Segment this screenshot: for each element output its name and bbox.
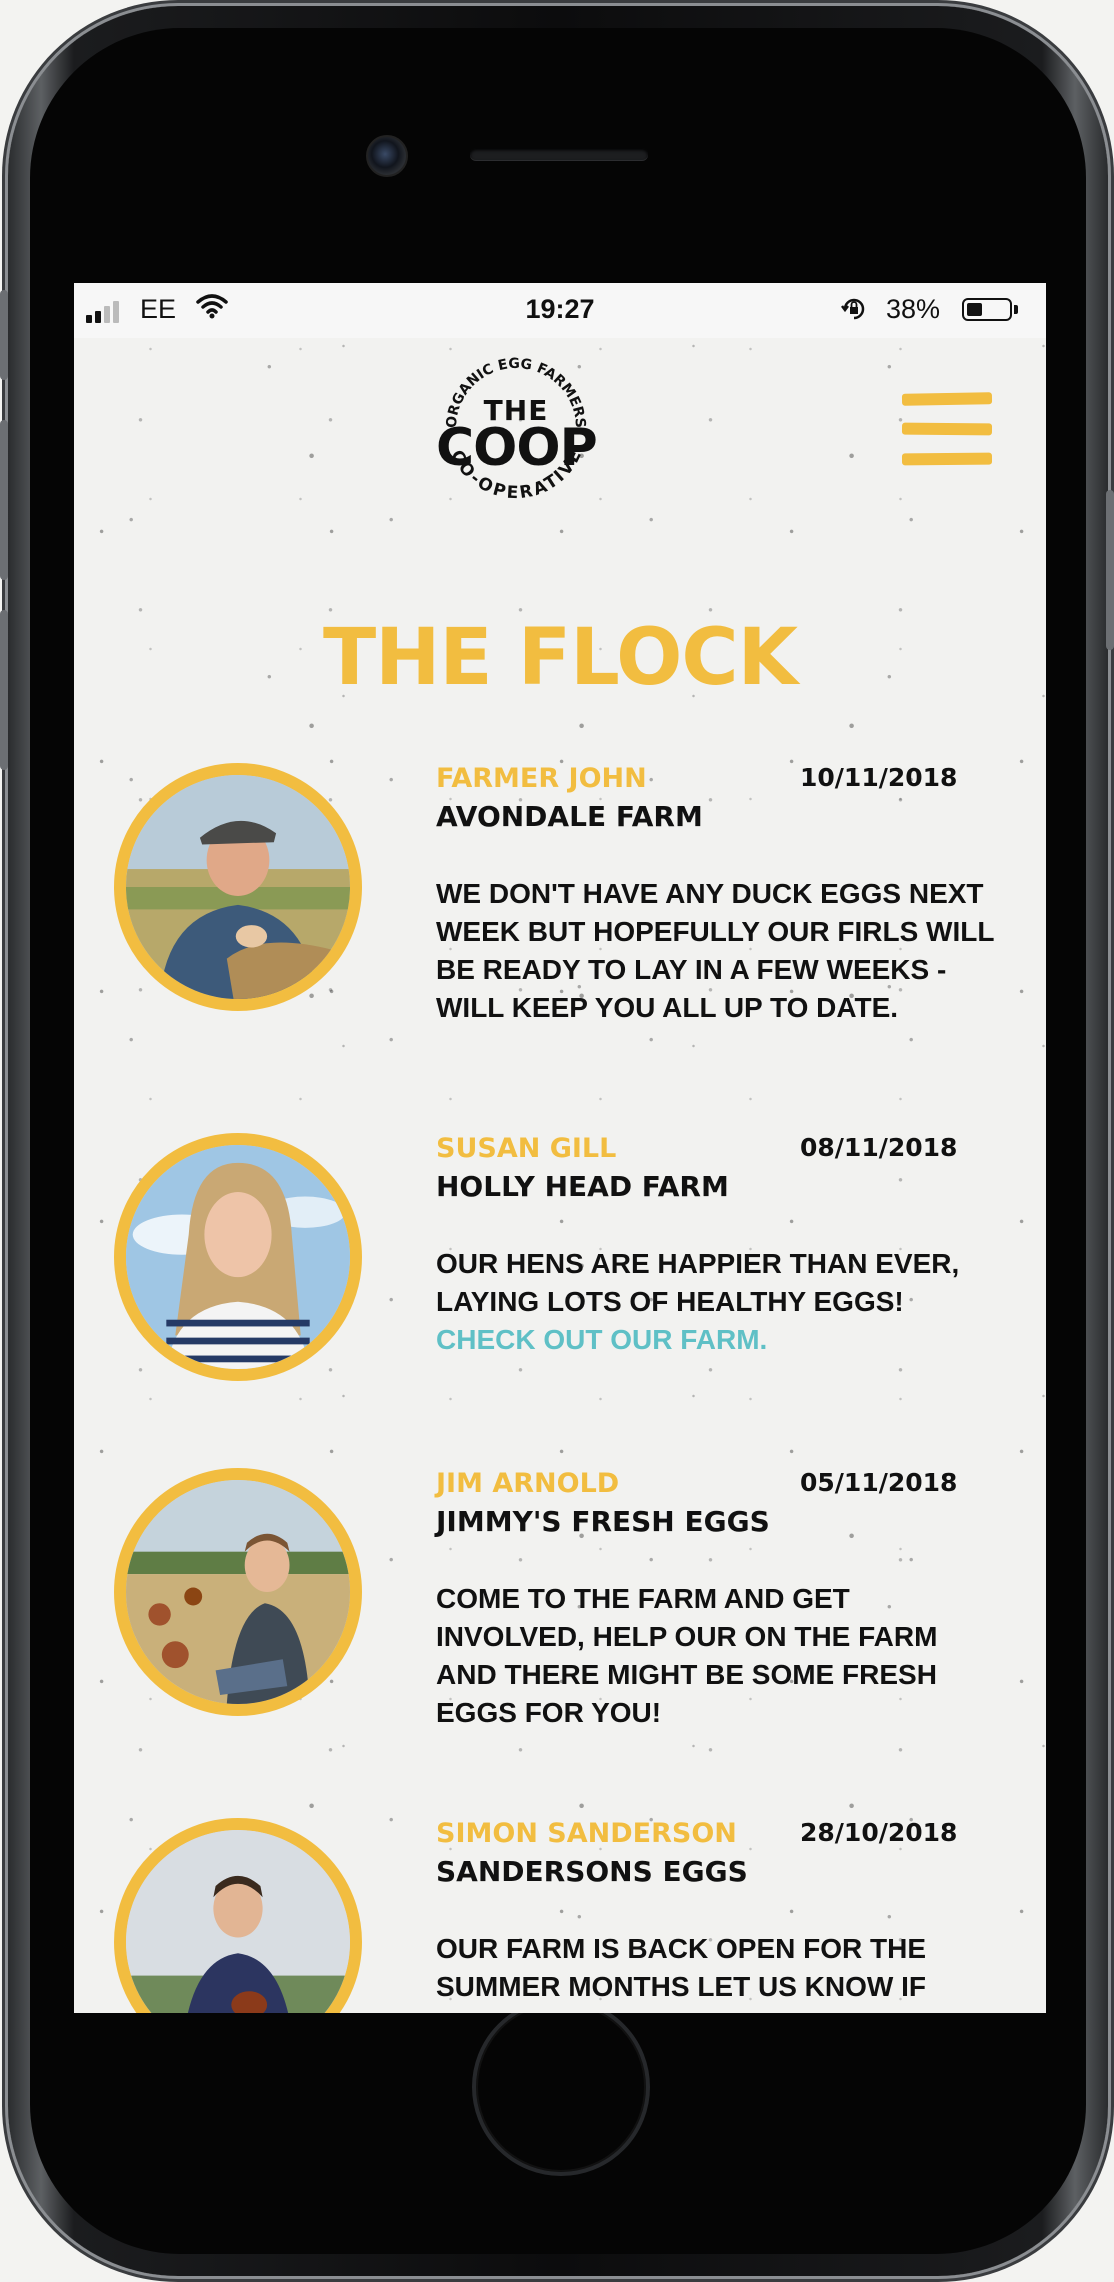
post-message-text: COME TO THE FARM AND GET INVOLVED, HELP … [436,1583,938,1728]
power-button [1106,490,1114,650]
battery-percentage: 38% [886,294,941,324]
farmer-name[interactable]: SUSAN GILL [436,1133,616,1164]
farmer-photo[interactable] [114,1468,362,1716]
post-message: OUR FARM IS BACK OPEN FOR THE SUMMER MON… [436,1930,996,2006]
page-title: THE FLOCK [322,613,798,703]
status-bar: EE 19:27 38% [74,283,1046,338]
hamburger-menu-icon[interactable] [901,392,993,466]
logo-coop-text: COOP [436,418,598,478]
post-card: SUSAN GILL 08/11/2018 HOLLY HEAD FARM OU… [74,1133,1046,1433]
front-camera [366,135,408,177]
mute-switch [0,290,8,380]
farmer-photo[interactable] [114,763,362,1011]
volume-up-button [0,420,8,580]
battery-tip [1014,305,1018,314]
post-card: FARMER JOHN 10/11/2018 AVONDALE FARM WE … [74,763,1046,1063]
post-message-text: OUR FARM IS BACK OPEN FOR THE SUMMER MON… [436,1933,927,2002]
earpiece-speaker [470,148,648,160]
farmer-name[interactable]: SIMON SANDERSON [436,1818,737,1849]
app-screen: EE 19:27 38% ORGANIC EGG FARMERS CO-OPER… [74,283,1046,2013]
farmer-name[interactable]: JIM ARNOLD [436,1468,619,1499]
volume-down-button [0,610,8,770]
rotation-lock-icon [839,294,869,331]
post-message: OUR HENS ARE HAPPIER THAN EVER, LAYING L… [436,1245,996,1359]
post-card: SIMON SANDERSON 28/10/2018 SANDERSONS EG… [74,1818,1046,2013]
farmer-photo[interactable] [114,1818,362,2013]
farm-name: AVONDALE FARM [436,800,703,833]
post-date: 28/10/2018 [800,1818,958,1847]
farm-name: SANDERSONS EGGS [436,1855,748,1888]
post-date: 10/11/2018 [800,763,958,792]
post-message-text: WE DON'T HAVE ANY DUCK EGGS NEXT WEEK BU… [436,878,994,1023]
post-message: COME TO THE FARM AND GET INVOLVED, HELP … [436,1580,996,1732]
post-date: 08/11/2018 [800,1133,958,1162]
home-button[interactable] [472,1998,650,2176]
farm-name: JIMMY'S FRESH EGGS [436,1505,770,1538]
battery-icon [962,298,1012,321]
farmer-name[interactable]: FARMER JOHN [436,763,647,794]
post-message: WE DON'T HAVE ANY DUCK EGGS NEXT WEEK BU… [436,875,996,1027]
coop-logo[interactable]: ORGANIC EGG FARMERS CO-OPERATIVE THE COO… [436,348,598,508]
farm-name: HOLLY HEAD FARM [436,1170,729,1203]
farmer-photo[interactable] [114,1133,362,1381]
post-card: JIM ARNOLD 05/11/2018 JIMMY'S FRESH EGGS… [74,1468,1046,1768]
battery-level [967,303,982,316]
post-message-text: OUR HENS ARE HAPPIER THAN EVER, LAYING L… [436,1248,960,1317]
check-out-farm-link[interactable]: CHECK OUT OUR FARM. [436,1321,996,1359]
post-date: 05/11/2018 [800,1468,958,1497]
